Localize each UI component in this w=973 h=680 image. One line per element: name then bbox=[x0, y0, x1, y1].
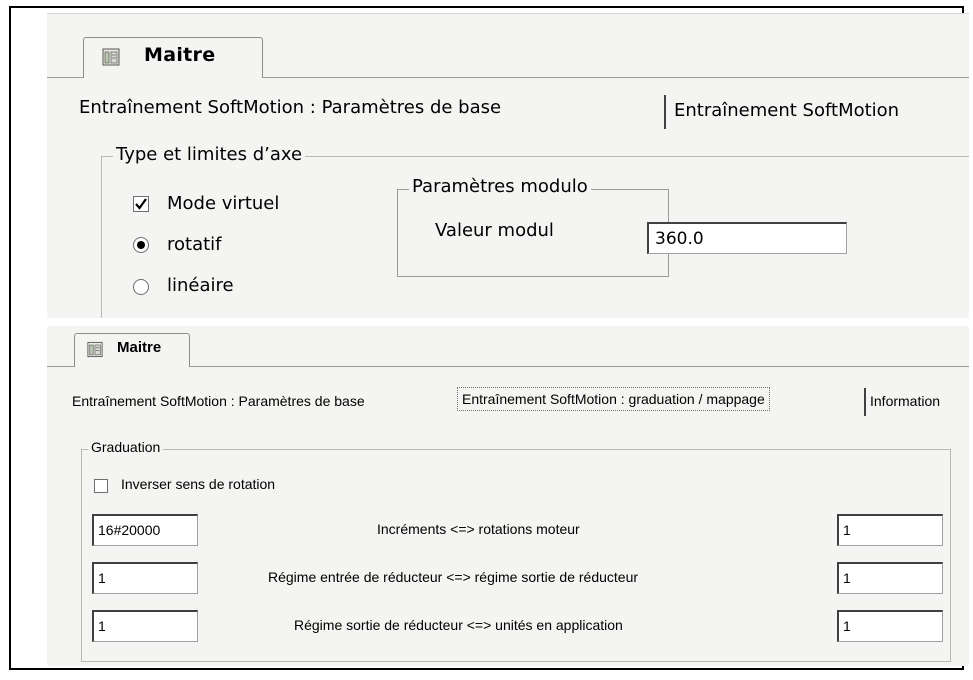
doc-tab-maitre[interactable]: Maitre bbox=[74, 333, 190, 367]
rotary-radio[interactable] bbox=[133, 237, 149, 253]
axis-type-legend: Type et limites d’axe bbox=[113, 144, 306, 165]
doc-tab-label: Maitre bbox=[117, 339, 162, 356]
device-drive-icon bbox=[87, 341, 103, 358]
gear-input-speed-input[interactable]: 1 bbox=[92, 562, 198, 594]
tab-scaling-mapping[interactable]: Entraînement SoftMotion : graduation / m… bbox=[457, 387, 770, 411]
linear-label: linéaire bbox=[167, 275, 234, 296]
virtual-mode-checkbox[interactable] bbox=[133, 196, 149, 212]
graduation-legend: Graduation bbox=[88, 439, 164, 455]
row-label: Incréments <=> rotations moteur bbox=[377, 521, 580, 537]
invert-rotation-label: Inverser sens de rotation bbox=[121, 476, 276, 492]
tab-basic-parameters[interactable]: Entraînement SoftMotion : Paramètres de … bbox=[72, 393, 365, 409]
invert-rotation-checkbox[interactable] bbox=[94, 479, 108, 493]
screenshot-frame: Maitre Entraînement SoftMotion : Paramèt… bbox=[9, 6, 969, 670]
row-label: Régime entrée de réducteur <=> régime so… bbox=[268, 569, 639, 585]
tab-separator bbox=[664, 95, 666, 129]
modulo-legend: Paramètres modulo bbox=[409, 176, 591, 197]
motor-rotations-input[interactable]: 1 bbox=[837, 514, 943, 546]
application-units-input[interactable]: 1 bbox=[837, 610, 943, 642]
tab-softmotion-other[interactable]: Entraînement SoftMotion bbox=[674, 100, 899, 121]
divider bbox=[47, 318, 969, 326]
device-drive-icon bbox=[102, 48, 120, 66]
virtual-mode-label: Mode virtuel bbox=[167, 193, 280, 214]
gear-output-speed-input-left[interactable]: 1 bbox=[92, 610, 198, 642]
panel-scaling-mapping: Maitre Entraînement SoftMotion : Paramèt… bbox=[47, 326, 969, 666]
doc-tab-maitre[interactable]: Maitre bbox=[83, 37, 263, 78]
checkmark-icon bbox=[135, 198, 147, 210]
gear-output-speed-input[interactable]: 1 bbox=[837, 562, 943, 594]
panel-basic-parameters: Maitre Entraînement SoftMotion : Paramèt… bbox=[47, 13, 969, 318]
divider bbox=[47, 13, 969, 14]
tab-information[interactable]: Information bbox=[870, 393, 940, 409]
tab-basic-parameters[interactable]: Entraînement SoftMotion : Paramètres de … bbox=[79, 97, 501, 118]
tab-separator bbox=[864, 388, 866, 416]
linear-radio[interactable] bbox=[133, 279, 149, 295]
doc-tab-label: Maitre bbox=[144, 44, 216, 66]
rotary-label: rotatif bbox=[167, 234, 222, 255]
radio-selected-dot bbox=[137, 241, 145, 249]
increments-input[interactable]: 16#20000 bbox=[92, 514, 198, 546]
modulo-value-label: Valeur modul bbox=[435, 220, 554, 241]
row-label: Régime sortie de réducteur <=> unités en… bbox=[294, 617, 623, 633]
modulo-value-input[interactable]: 360.0 bbox=[647, 222, 847, 254]
